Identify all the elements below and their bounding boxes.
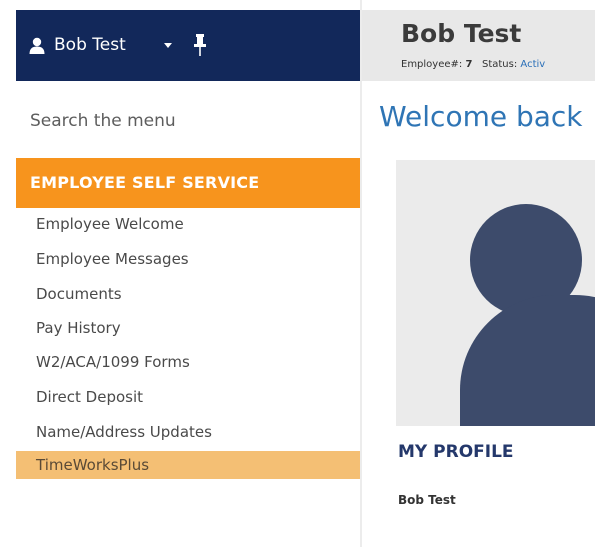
- avatar-body: [460, 295, 595, 426]
- search-menu-input[interactable]: Search the menu: [30, 111, 176, 131]
- my-profile-heading: MY PROFILE: [398, 442, 514, 462]
- sidebar-item-timeworksplus[interactable]: TimeWorksPlus: [16, 451, 360, 479]
- sidebar-item-label: Direct Deposit: [36, 388, 144, 406]
- sidebar-item-label: Employee Messages: [36, 250, 189, 268]
- employee-number: 7: [465, 59, 473, 70]
- section-title: EMPLOYEE SELF SERVICE: [30, 173, 260, 192]
- status-label: Status:: [481, 59, 518, 70]
- user-name[interactable]: Bob Test: [54, 35, 126, 55]
- employee-header: Bob Test Employee#: 7 Status: Activ: [362, 10, 595, 81]
- sidebar-item-employee-welcome[interactable]: Employee Welcome: [16, 212, 360, 236]
- sidebar-item-direct-deposit[interactable]: Direct Deposit: [16, 385, 360, 409]
- employee-number-label: Employee#:: [401, 59, 463, 70]
- employee-meta: Employee#: 7 Status: Activ: [401, 59, 545, 70]
- section-header-employee-self-service[interactable]: EMPLOYEE SELF SERVICE: [16, 158, 360, 208]
- profile-avatar: [396, 160, 595, 426]
- sidebar-item-pay-history[interactable]: Pay History: [16, 316, 360, 340]
- sidebar-item-documents[interactable]: Documents: [16, 282, 360, 306]
- welcome-heading: Welcome back: [379, 100, 583, 133]
- pin-icon[interactable]: [194, 34, 206, 56]
- sidebar-item-label: TimeWorksPlus: [36, 456, 150, 474]
- sidebar-item-w2-aca-1099-forms[interactable]: W2/ACA/1099 Forms: [16, 350, 360, 374]
- sidebar-item-label: W2/ACA/1099 Forms: [36, 353, 190, 371]
- sidebar-item-label: Documents: [36, 285, 122, 303]
- sidebar-item-name-address-updates[interactable]: Name/Address Updates: [16, 420, 360, 444]
- user-menu-bar[interactable]: Bob Test: [16, 10, 360, 81]
- sidebar-item-employee-messages[interactable]: Employee Messages: [16, 247, 360, 271]
- main-content: Bob Test Employee#: 7 Status: Activ Welc…: [362, 0, 595, 547]
- sidebar-item-label: Employee Welcome: [36, 215, 184, 233]
- employee-name: Bob Test: [401, 19, 522, 48]
- status-value[interactable]: Activ: [520, 59, 545, 70]
- sidebar: Bob Test Search the menu EMPLOYEE SELF S…: [0, 0, 360, 547]
- caret-down-icon[interactable]: [164, 43, 172, 48]
- user-icon: [29, 37, 45, 54]
- sidebar-item-label: Name/Address Updates: [36, 423, 212, 441]
- profile-name: Bob Test: [398, 493, 456, 507]
- sidebar-item-label: Pay History: [36, 319, 121, 337]
